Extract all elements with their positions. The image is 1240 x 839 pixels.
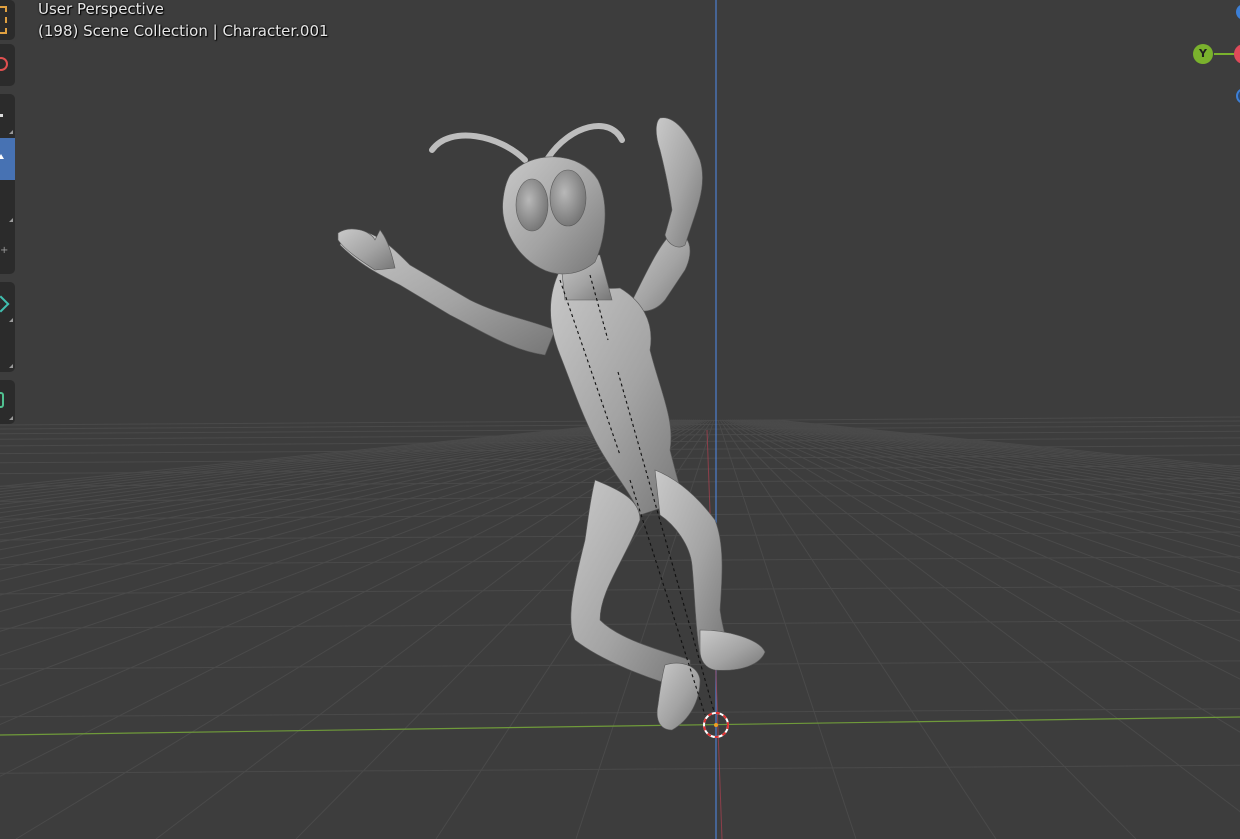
eye-left <box>515 178 549 232</box>
transform-icon: + <box>0 245 9 256</box>
move-icon <box>0 114 3 117</box>
toolbar-group-5 <box>0 380 15 424</box>
y-axis-handle[interactable]: Y <box>1193 44 1213 64</box>
scene-collection-label: (198) Scene Collection | Character.001 <box>38 22 329 40</box>
select-box-icon <box>0 6 7 34</box>
neg-z-axis-handle[interactable] <box>1236 88 1240 104</box>
add-cube-tool[interactable] <box>0 380 15 422</box>
z-axis-handle[interactable] <box>1236 4 1240 20</box>
rotate-tool[interactable] <box>0 138 15 180</box>
cursor-icon <box>0 57 8 71</box>
view-perspective-label: User Perspective <box>38 0 164 18</box>
toolbar-group-3: + <box>0 94 15 274</box>
frame-number: (198) <box>38 22 79 40</box>
scale-tool[interactable] <box>0 182 15 224</box>
measure-tool[interactable] <box>0 328 15 370</box>
transform-tool[interactable]: + <box>0 228 15 270</box>
3d-viewport[interactable] <box>0 0 1240 839</box>
toolbar-group-4 <box>0 282 15 372</box>
toolbar-group-1 <box>0 0 15 40</box>
cursor-tool[interactable] <box>0 44 15 86</box>
move-tool[interactable] <box>0 94 15 136</box>
select-box-tool[interactable] <box>0 0 15 40</box>
active-object-name: Character.001 <box>222 22 329 40</box>
rotate-icon <box>0 154 4 159</box>
navigation-gizmo[interactable]: Y <box>1180 0 1240 110</box>
add-cube-icon <box>0 392 4 408</box>
separator: | <box>212 22 218 40</box>
toolbar-group-2 <box>0 44 15 86</box>
annotate-icon <box>0 295 10 313</box>
x-axis-handle[interactable] <box>1234 44 1240 64</box>
collection-name: Scene Collection <box>83 22 208 40</box>
eye-right <box>549 169 587 227</box>
annotate-tool[interactable] <box>0 282 15 324</box>
